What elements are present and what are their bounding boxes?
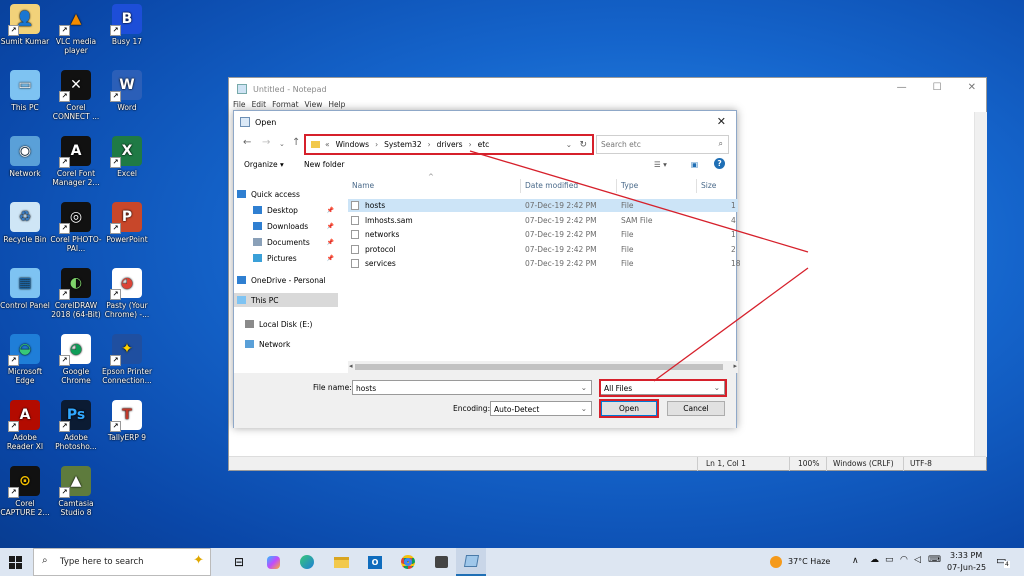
taskbar-search-input[interactable]: ⌕ Type here to search ✦ (33, 548, 211, 576)
wifi-icon[interactable]: ◠ (900, 555, 908, 565)
store-icon[interactable] (430, 548, 452, 576)
annotation-line-filter (653, 267, 809, 382)
clock-date[interactable]: 07-Jun-25 (947, 563, 986, 572)
start-button[interactable] (0, 548, 30, 576)
clock-time[interactable]: 3:33 PM (950, 551, 982, 560)
battery-icon[interactable]: ▭ (885, 555, 894, 565)
weather-text[interactable]: 37°C Haze (788, 557, 830, 566)
volume-icon[interactable]: ◁ (914, 555, 921, 565)
taskbar: ⌕ Type here to search ✦ ⊟ O 37°C Haze ∧ … (0, 548, 1024, 576)
chevron-up-icon[interactable]: ∧ (852, 556, 859, 566)
windows-logo-icon (8, 555, 22, 569)
annotation-line-address (469, 150, 809, 253)
search-highlights-icon: ✦ (193, 553, 204, 568)
cloud-icon[interactable]: ☁ (870, 555, 879, 565)
file-explorer-icon[interactable] (330, 548, 352, 576)
notepad-taskbar-icon[interactable] (456, 548, 486, 576)
notification-badge: 4 (1004, 561, 1010, 568)
taskbar-search-placeholder: Type here to search (60, 557, 144, 567)
edge-taskbar-icon[interactable] (296, 548, 318, 576)
task-view-icon[interactable]: ⊟ (228, 548, 250, 576)
annotation-overlay (469, 150, 809, 382)
chrome-taskbar-icon[interactable] (397, 548, 419, 576)
weather-icon[interactable] (770, 556, 782, 568)
copilot-icon[interactable] (262, 548, 284, 576)
language-icon[interactable]: ⌨ (928, 555, 941, 565)
search-icon: ⌕ (42, 555, 48, 566)
outlook-icon[interactable]: O (364, 548, 386, 576)
